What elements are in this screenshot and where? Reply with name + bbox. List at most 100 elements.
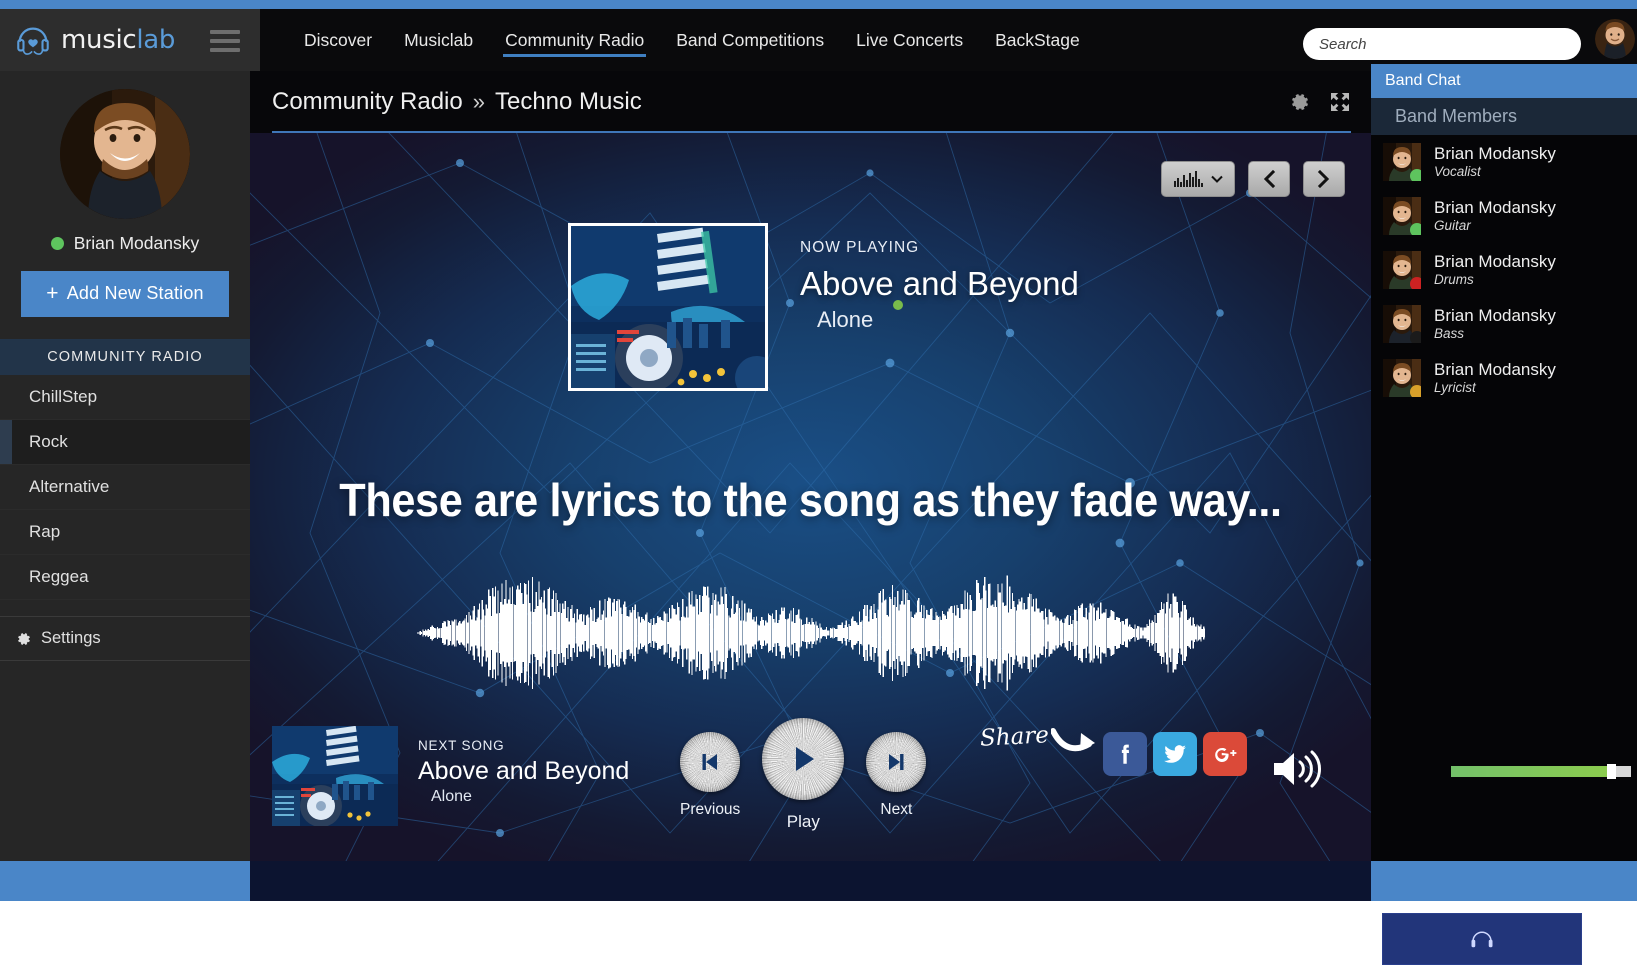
chevron-left-icon [1263,170,1276,188]
volume-slider[interactable] [1451,764,1631,779]
share-twitter-button[interactable] [1152,732,1197,776]
nav-item-community-radio[interactable]: Community Radio [489,9,660,71]
station-label: Reggea [29,567,89,586]
next-button[interactable]: Next [866,731,927,819]
breadcrumb: Community Radio » Techno Music [272,88,642,116]
previous-station-button[interactable] [1248,161,1290,197]
station-label: Alternative [29,477,110,496]
next-label: Next [880,800,913,818]
previous-disc [680,731,741,792]
avatar [1383,305,1421,343]
station-list: ChillStep Rock Alternative Rap Reggea [0,375,250,600]
nav-label: Live Concerts [856,29,964,50]
member-meta: Brian Modansky Vocalist [1434,144,1556,179]
search-box [1303,28,1581,60]
next-song-subtitle: Alone [431,788,472,805]
member-meta: Brian Modansky Bass [1434,306,1556,342]
transport-controls: Previous Play Next [680,718,927,832]
top-accent-strip [0,0,1637,9]
member-name: Brian Modansky [1434,197,1556,217]
nav-item-musiclab[interactable]: Musiclab [388,9,489,71]
brand-name-primary: music [61,25,137,55]
member-role: Bass [1434,326,1465,342]
member-meta: Brian Modansky Guitar [1434,197,1556,234]
plus-icon: + [46,282,59,305]
speaker-waves-icon [1274,750,1322,788]
band-chat-panel: Band Chat Band Members Brian Modansky Vo… [1371,64,1637,861]
avatar [1383,359,1421,397]
logo-bar: musiclab [0,9,260,71]
sidebar-section-title: COMMUNITY RADIO [0,339,250,375]
gear-icon[interactable] [1289,91,1311,113]
next-station-button[interactable] [1303,161,1345,197]
now-playing-artwork[interactable] [568,223,768,391]
player-background: NOW PLAYING Above and Beyond Alone These… [250,133,1371,861]
list-item[interactable]: Brian Modansky Bass [1371,297,1637,351]
audio-waveform[interactable] [415,568,1206,698]
nav-item-band-competitions[interactable]: Band Competitions [660,9,840,71]
status-dot-online [50,237,64,250]
previous-label: Previous [680,800,741,818]
add-new-station-button[interactable]: + Add New Station [21,271,229,317]
bottom-inner-bar [250,861,1371,901]
avatar [1383,143,1421,181]
app-root: musiclab Discover Musiclab Community Rad… [0,0,1637,965]
play-disc [762,718,845,800]
visualizer-select[interactable] [1161,161,1235,197]
status-dot [1410,223,1421,235]
list-item[interactable]: Brian Modansky Drums [1371,243,1637,297]
search-input[interactable] [1303,28,1581,60]
sidebar-item-rock[interactable]: Rock [0,420,250,465]
now-playing-meta: NOW PLAYING Above and Beyond Alone [800,223,1079,333]
avatar [1383,197,1421,235]
sidebar-item-chillstep[interactable]: ChillStep [0,375,250,420]
sidebar-item-reggea[interactable]: Reggea [0,555,250,600]
equalizer-bars-icon [1173,171,1203,187]
sidebar-item-rap[interactable]: Rap [0,510,250,555]
breadcrumb-parent[interactable]: Community Radio [272,88,463,115]
member-role: Guitar [1434,218,1471,234]
play-button[interactable]: Play [762,718,845,832]
sidebar: Brian Modansky + Add New Station COMMUNIT… [0,71,250,901]
band-chat-header[interactable]: Band Chat [1371,64,1637,98]
next-song-artwork[interactable] [272,726,398,826]
profile-avatar[interactable] [60,89,190,219]
member-meta: Brian Modansky Drums [1434,251,1556,287]
list-item[interactable]: Brian Modansky Vocalist [1371,135,1637,189]
list-item[interactable]: Brian Modansky Lyricist [1371,351,1637,405]
hamburger-icon[interactable] [210,30,240,52]
next-disc [866,731,927,792]
account-menu[interactable]: Brian Modansky [1595,19,1637,59]
expand-arrows-icon[interactable] [1329,91,1351,113]
bottom-accent-strip [0,861,1637,901]
nav-item-list: Discover Musiclab Community Radio Band C… [288,9,1096,71]
nav-item-backstage[interactable]: BackStage [979,9,1096,71]
gear-icon [16,631,32,647]
nav-label: Community Radio [505,29,645,50]
nav-item-discover[interactable]: Discover [288,9,388,71]
member-name: Brian Modansky [1434,251,1556,271]
volume-button[interactable] [1270,746,1326,797]
profile-name: Brian Modansky [73,233,200,253]
previous-button[interactable]: Previous [680,731,741,819]
skip-forward-icon [889,753,904,770]
sidebar-item-settings[interactable]: Settings [0,617,250,661]
chevron-down-icon [1210,175,1223,183]
status-dot [1410,277,1421,289]
volume-handle[interactable] [1607,764,1617,779]
list-item[interactable]: Brian Modansky Guitar [1371,189,1637,243]
social-buttons [1102,732,1247,776]
headphones-heart-icon [14,21,52,59]
avatar [1383,251,1421,289]
share-facebook-button[interactable] [1102,732,1147,776]
next-song: NEXT SONG Above and Beyond Alone [272,726,629,826]
lyrics-text: These are lyrics to the song as they fad… [339,474,1282,526]
share-google-plus-button[interactable] [1202,732,1247,776]
nav-item-live-concerts[interactable]: Live Concerts [840,9,979,71]
chevron-right-icon [1317,170,1330,188]
member-meta: Brian Modansky Lyricist [1434,360,1556,395]
status-dot [1410,169,1421,181]
profile-name-row: Brian Modansky [0,233,250,254]
brand-logo[interactable]: musiclab [61,25,175,55]
sidebar-item-alternative[interactable]: Alternative [0,465,250,510]
